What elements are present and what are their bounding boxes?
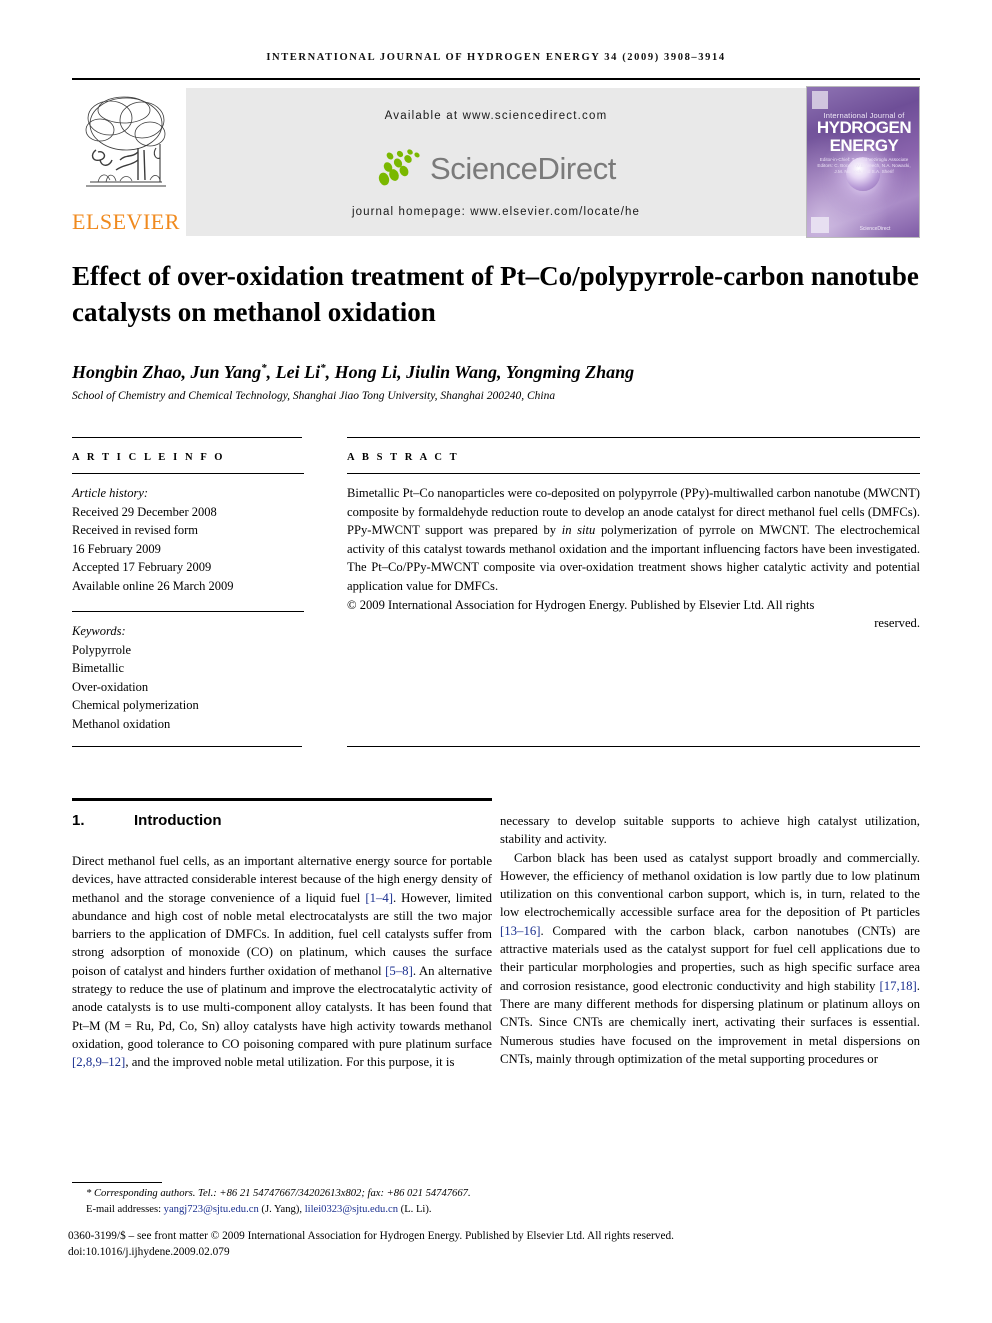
- body-column-left: Direct methanol fuel cells, as an import…: [72, 852, 492, 1072]
- section-number: 1.: [72, 812, 85, 829]
- available-at-text: Available at www.sciencedirect.com: [384, 110, 608, 122]
- sciencedirect-logo[interactable]: ScienceDirect: [186, 144, 806, 194]
- history-item: Accepted 17 February 2009: [72, 560, 212, 574]
- info-rule-bottom: [72, 746, 302, 747]
- email-link-2[interactable]: lilei0323@sjtu.edu.cn: [305, 1204, 398, 1215]
- footnote-rule: [72, 1182, 162, 1183]
- email-note: E-mail addresses: yangj723@sjtu.edu.cn (…: [72, 1202, 920, 1218]
- doi-line[interactable]: doi:10.1016/j.ijhydene.2009.02.079: [68, 1244, 928, 1260]
- cover-elsevier-mark-icon: [812, 91, 828, 109]
- article-title: Effect of over-oxidation treatment of Pt…: [72, 261, 919, 327]
- email-owner-2: (L. Li).: [398, 1203, 432, 1215]
- keywords-label: Keywords:: [72, 624, 126, 638]
- cover-line3: ENERGY: [829, 136, 899, 155]
- imprint-block: 0360-3199/$ – see front matter © 2009 In…: [68, 1228, 928, 1260]
- section-heading: 1. Introduction: [72, 812, 492, 829]
- article-info-heading: A R T I C L E I N F O: [72, 452, 226, 463]
- abstract-text: Bimetallic Pt–Co nanoparticles were co-d…: [347, 484, 920, 596]
- sciencedirect-leaves-icon: [376, 149, 426, 189]
- section-rule: [72, 798, 492, 801]
- running-head: INTERNATIONAL JOURNAL OF HYDROGEN ENERGY…: [266, 52, 726, 63]
- body-column-right: necessary to develop suitable supports t…: [500, 812, 920, 1068]
- corresponding-author-note: * Corresponding authors. Tel.: +86 21 54…: [72, 1186, 920, 1202]
- header-rule: [72, 78, 920, 80]
- footnotes: * Corresponding authors. Tel.: +86 21 54…: [72, 1186, 920, 1217]
- abstract-copyright-last: reserved.: [874, 616, 920, 631]
- issn-line: 0360-3199/$ – see front matter © 2009 In…: [68, 1230, 674, 1242]
- history-item: Received in revised form: [72, 523, 198, 537]
- history-item: Received 29 December 2008: [72, 504, 217, 519]
- journal-article-page: INTERNATIONAL JOURNAL OF HYDROGEN ENERGY…: [0, 0, 992, 1323]
- sciencedirect-wordmark: ScienceDirect: [429, 151, 617, 186]
- right-para-1: necessary to develop suitable supports t…: [500, 814, 920, 847]
- email-owner-1: (J. Yang),: [258, 1203, 305, 1215]
- cover-sciencedirect-mark: ScienceDirect: [859, 226, 891, 232]
- keyword-item: Over-oxidation: [72, 679, 149, 694]
- abstract-divider: [347, 473, 920, 474]
- affiliation: School of Chemistry and Chemical Technol…: [72, 390, 556, 402]
- keyword-item: Chemical polymerization: [72, 698, 199, 712]
- cover-editors: Editor-in-Chief: T. Nejat Veziroglu Asso…: [817, 157, 911, 174]
- left-para-d: , and the improved noble metal utilizati…: [125, 1055, 455, 1070]
- cover-line2: HYDROGEN: [816, 118, 912, 137]
- keywords-divider: [72, 611, 304, 612]
- history-item: 16 February 2009: [72, 541, 161, 556]
- sciencedirect-panel: Available at www.sciencedirect.com Scien…: [186, 88, 806, 236]
- citation-link[interactable]: [1–4]: [365, 891, 393, 905]
- right-para-2: Carbon black has been used as catalyst s…: [500, 849, 920, 1069]
- article-info-column: A R T I C L E I N F O Article history: R…: [72, 452, 304, 733]
- cover-hb-logo-icon: [811, 217, 829, 233]
- keywords-list: Keywords: Polypyrrole Bimetallic Over-ox…: [72, 622, 304, 733]
- abstract-in-situ: in situ: [561, 523, 596, 538]
- abstract-heading: A B S T R A C T: [347, 452, 460, 463]
- journal-banner: ELSEVIER Available at www.sciencedirect.…: [72, 86, 920, 238]
- abstract-rule-top: [347, 437, 920, 438]
- corresponding-marker: *: [86, 1188, 92, 1199]
- history-label: Article history:: [72, 486, 149, 500]
- citation-link[interactable]: [17,18]: [879, 979, 916, 993]
- author-list: Hongbin Zhao, Jun Yang*, Lei Li*, Hong L…: [72, 362, 635, 382]
- right-para-2b: . Compared with the carbon black, carbon…: [500, 923, 920, 993]
- elsevier-wordmark: ELSEVIER: [72, 209, 180, 234]
- citation-link[interactable]: [5–8]: [385, 964, 413, 978]
- section-title: Introduction: [134, 812, 222, 829]
- abstract-rule-bottom: [347, 746, 920, 747]
- keyword-item: Bimetallic: [72, 661, 125, 675]
- elsevier-tree-icon: [76, 88, 172, 206]
- info-rule-top: [72, 437, 302, 438]
- abstract-column: A B S T R A C T Bimetallic Pt–Co nanopar…: [347, 452, 920, 633]
- abstract-copyright: © 2009 International Association for Hyd…: [347, 597, 815, 612]
- journal-homepage-text[interactable]: journal homepage: www.elsevier.com/locat…: [186, 206, 806, 218]
- citation-link[interactable]: [13–16]: [500, 924, 541, 938]
- right-para-2a: Carbon black has been used as catalyst s…: [500, 850, 920, 920]
- history-item: Available online 26 March 2009: [72, 578, 234, 593]
- article-history: Article history: Received 29 December 20…: [72, 484, 304, 595]
- keyword-item: Methanol oxidation: [72, 716, 171, 731]
- email-label: E-mail addresses:: [86, 1203, 164, 1215]
- email-link-1[interactable]: yangj723@sjtu.edu.cn: [164, 1204, 259, 1215]
- citation-link[interactable]: [2,8,9–12]: [72, 1055, 125, 1069]
- info-divider: [72, 473, 304, 474]
- corresponding-text: Corresponding authors. Tel.: +86 21 5474…: [93, 1188, 471, 1199]
- journal-cover-thumbnail[interactable]: International Journal of HYDROGEN ENERGY…: [806, 86, 920, 238]
- elsevier-logo[interactable]: ELSEVIER: [72, 86, 180, 238]
- keyword-item: Polypyrrole: [72, 642, 132, 657]
- cover-bottom-bar: ScienceDirect: [811, 215, 917, 233]
